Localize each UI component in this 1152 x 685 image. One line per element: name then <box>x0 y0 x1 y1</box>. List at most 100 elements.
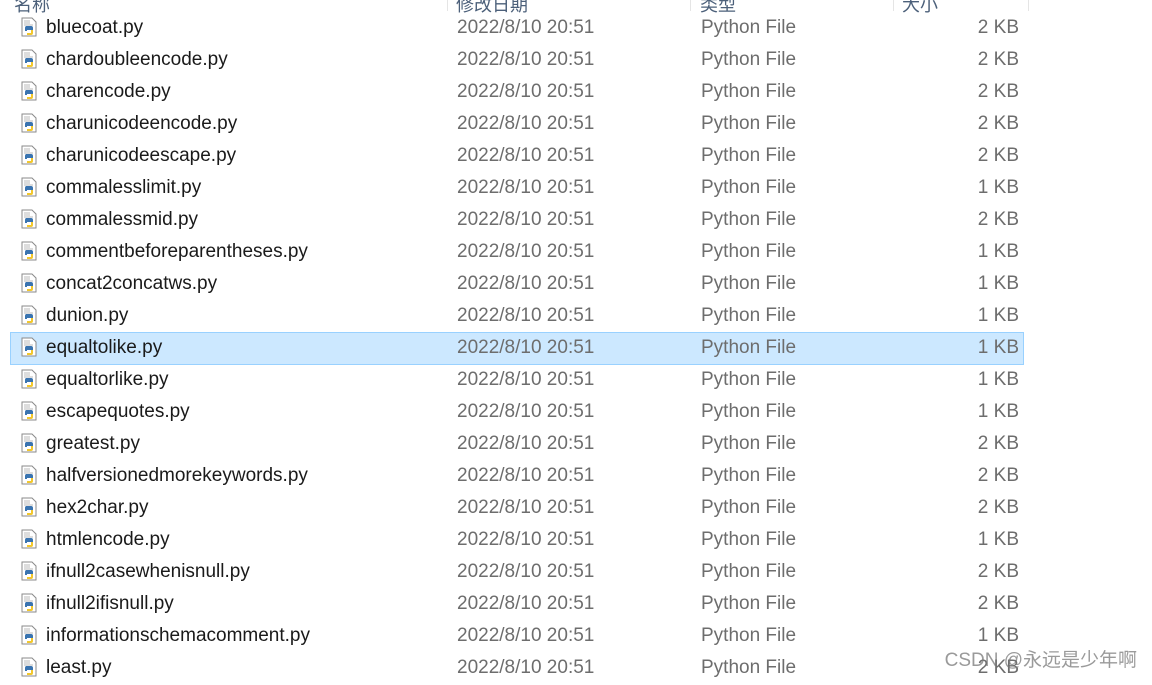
file-row[interactable]: greatest.py 2022/8/10 20:51 Python File … <box>10 428 1024 461</box>
file-date: 2022/8/10 20:51 <box>457 561 595 582</box>
file-date: 2022/8/10 20:51 <box>457 369 595 390</box>
file-date: 2022/8/10 20:51 <box>457 593 595 614</box>
file-type: Python File <box>701 273 797 294</box>
file-row[interactable]: concat2concatws.py 2022/8/10 20:51 Pytho… <box>10 268 1024 301</box>
file-type: Python File <box>701 529 797 550</box>
file-type: Python File <box>701 145 797 166</box>
file-name: least.py <box>46 657 112 678</box>
file-row[interactable]: htmlencode.py 2022/8/10 20:51 Python Fil… <box>10 524 1024 557</box>
file-type: Python File <box>701 593 797 614</box>
python-file-icon <box>21 657 37 677</box>
watermark: CSDN @永远是少年啊 <box>944 650 1137 671</box>
file-type: Python File <box>701 401 797 422</box>
file-date: 2022/8/10 20:51 <box>457 529 595 550</box>
file-row[interactable]: commentbeforeparentheses.py 2022/8/10 20… <box>10 236 1024 269</box>
file-name: chardoubleencode.py <box>46 49 228 70</box>
file-type: Python File <box>701 209 797 230</box>
file-name: ifnull2casewhenisnull.py <box>46 561 250 582</box>
file-date: 2022/8/10 20:51 <box>457 305 595 326</box>
file-name: ifnull2ifisnull.py <box>46 593 174 614</box>
file-name: hex2char.py <box>46 497 149 518</box>
python-file-icon <box>21 113 37 133</box>
file-date: 2022/8/10 20:51 <box>457 49 595 70</box>
file-row[interactable]: charunicodeencode.py 2022/8/10 20:51 Pyt… <box>10 108 1024 141</box>
python-file-icon <box>21 17 37 37</box>
column-divider[interactable] <box>690 0 691 11</box>
file-size: 1 KB <box>977 369 1019 390</box>
python-file-icon <box>21 465 37 485</box>
python-file-icon <box>21 401 37 421</box>
file-size: 1 KB <box>977 401 1019 422</box>
file-type: Python File <box>701 113 797 134</box>
file-date: 2022/8/10 20:51 <box>457 657 595 678</box>
file-date: 2022/8/10 20:51 <box>457 241 595 262</box>
file-row[interactable]: hex2char.py 2022/8/10 20:51 Python File … <box>10 492 1024 525</box>
file-name: bluecoat.py <box>46 17 144 38</box>
file-type: Python File <box>701 561 797 582</box>
file-type: Python File <box>701 177 797 198</box>
file-name: equaltolike.py <box>46 337 163 358</box>
file-type: Python File <box>701 337 797 358</box>
python-file-icon <box>21 241 37 261</box>
file-size: 1 KB <box>977 305 1019 326</box>
column-divider[interactable] <box>447 0 448 11</box>
file-name: commalessmid.py <box>46 209 199 230</box>
file-name: informationschemacomment.py <box>46 625 310 646</box>
file-name: charencode.py <box>46 81 171 102</box>
python-file-icon <box>21 81 37 101</box>
file-row[interactable]: ifnull2casewhenisnull.py 2022/8/10 20:51… <box>10 556 1024 589</box>
file-date: 2022/8/10 20:51 <box>457 401 595 422</box>
column-divider[interactable] <box>893 0 894 11</box>
file-row[interactable]: dunion.py 2022/8/10 20:51 Python File 1 … <box>10 300 1024 333</box>
python-file-icon <box>21 337 37 357</box>
file-size: 1 KB <box>977 625 1019 646</box>
file-row[interactable]: equaltolike.py 2022/8/10 20:51 Python Fi… <box>10 332 1024 365</box>
file-date: 2022/8/10 20:51 <box>457 145 595 166</box>
file-size: 1 KB <box>977 273 1019 294</box>
file-type: Python File <box>701 369 797 390</box>
file-row[interactable]: commalesslimit.py 2022/8/10 20:51 Python… <box>10 172 1024 205</box>
file-date: 2022/8/10 20:51 <box>457 113 595 134</box>
file-size: 1 KB <box>977 177 1019 198</box>
file-type: Python File <box>701 657 797 678</box>
file-row[interactable]: informationschemacomment.py 2022/8/10 20… <box>10 620 1024 653</box>
file-row[interactable]: commalessmid.py 2022/8/10 20:51 Python F… <box>10 204 1024 237</box>
file-size: 2 KB <box>977 145 1019 166</box>
file-size: 1 KB <box>977 529 1019 550</box>
file-type: Python File <box>701 465 797 486</box>
column-divider[interactable] <box>1028 0 1029 11</box>
file-size: 2 KB <box>977 465 1019 486</box>
python-file-icon <box>21 49 37 69</box>
python-file-icon <box>21 305 37 325</box>
file-row[interactable]: least.py 2022/8/10 20:51 Python File 2 K… <box>10 652 1024 685</box>
python-file-icon <box>21 369 37 389</box>
file-date: 2022/8/10 20:51 <box>457 337 595 358</box>
file-date: 2022/8/10 20:51 <box>457 433 595 454</box>
file-type: Python File <box>701 433 797 454</box>
file-row[interactable]: bluecoat.py 2022/8/10 20:51 Python File … <box>10 12 1024 45</box>
file-row[interactable]: charunicodeescape.py 2022/8/10 20:51 Pyt… <box>10 140 1024 173</box>
file-row[interactable]: halfversionedmorekeywords.py 2022/8/10 2… <box>10 460 1024 493</box>
file-date: 2022/8/10 20:51 <box>457 17 595 38</box>
python-file-icon <box>21 177 37 197</box>
file-size: 2 KB <box>977 497 1019 518</box>
file-type: Python File <box>701 241 797 262</box>
file-type: Python File <box>701 625 797 646</box>
file-type: Python File <box>701 497 797 518</box>
file-row[interactable]: ifnull2ifisnull.py 2022/8/10 20:51 Pytho… <box>10 588 1024 621</box>
file-name: concat2concatws.py <box>46 273 218 294</box>
file-row[interactable]: charencode.py 2022/8/10 20:51 Python Fil… <box>10 76 1024 109</box>
file-name: commentbeforeparentheses.py <box>46 241 308 262</box>
file-name: commalesslimit.py <box>46 177 202 198</box>
file-size: 2 KB <box>977 49 1019 70</box>
file-name: equaltorlike.py <box>46 369 169 390</box>
file-row[interactable]: chardoubleencode.py 2022/8/10 20:51 Pyth… <box>10 44 1024 77</box>
file-size: 2 KB <box>977 593 1019 614</box>
file-size: 1 KB <box>977 337 1019 358</box>
file-date: 2022/8/10 20:51 <box>457 209 595 230</box>
file-size: 2 KB <box>977 433 1019 454</box>
file-row[interactable]: equaltorlike.py 2022/8/10 20:51 Python F… <box>10 364 1024 397</box>
file-name: charunicodeescape.py <box>46 145 237 166</box>
file-name: escapequotes.py <box>46 401 190 422</box>
file-row[interactable]: escapequotes.py 2022/8/10 20:51 Python F… <box>10 396 1024 429</box>
